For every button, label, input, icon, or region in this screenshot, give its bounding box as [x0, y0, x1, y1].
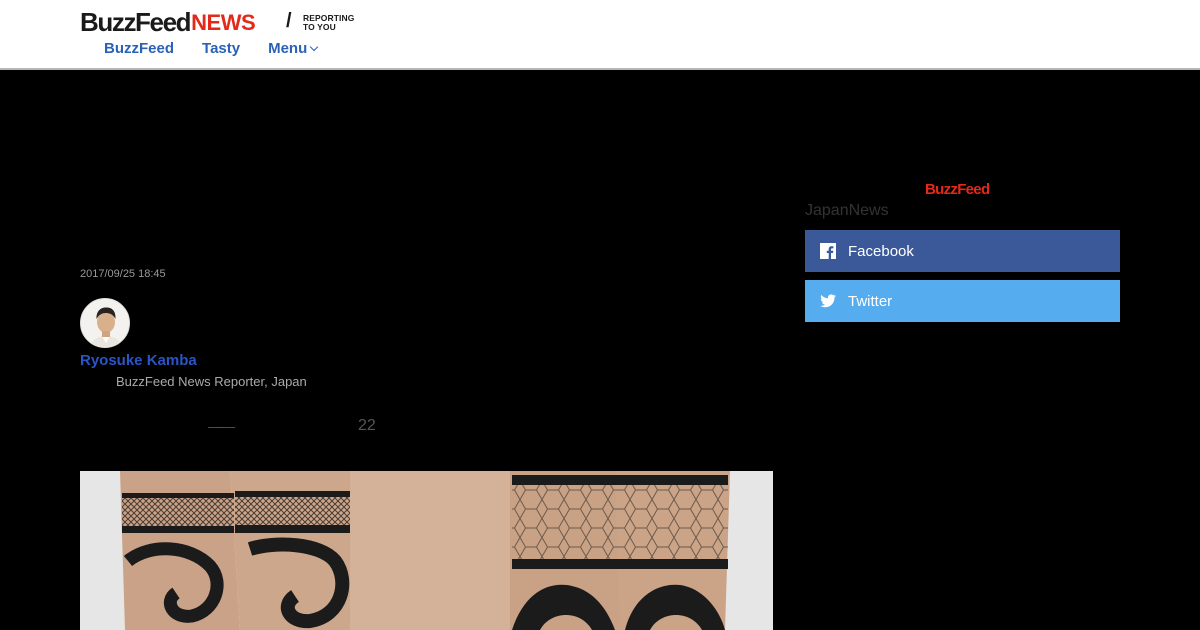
logo-tagline-line-2: TO YOU	[303, 22, 336, 32]
author-name-link[interactable]: Ryosuke Kamba	[80, 352, 197, 369]
twitter-share-label: Twitter	[848, 292, 893, 310]
author-photo	[81, 299, 129, 347]
logo-slash-icon: /	[286, 10, 292, 32]
twitter-icon	[819, 292, 837, 310]
author-role: BuzzFeed News Reporter, Japan	[116, 374, 307, 389]
facebook-share-label: Facebook	[848, 242, 914, 260]
nav-item-label: Tasty	[202, 40, 241, 57]
buzzfeed-news-logo[interactable]: BuzzFeed NEWS	[80, 7, 256, 37]
logo-tagline: REPORTING TO YOU	[303, 14, 354, 32]
nav-item-menu[interactable]: Menu	[268, 40, 319, 57]
lead-dash: ——	[208, 418, 235, 434]
facebook-icon	[819, 242, 837, 260]
sidebar-account-name: JapanNews	[805, 202, 889, 219]
nav-item-label: Menu	[268, 40, 308, 57]
nav-item-tasty[interactable]: Tasty	[202, 40, 240, 57]
author-avatar[interactable]	[80, 298, 130, 348]
logo-news-text: NEWS	[191, 10, 256, 35]
sidebar-buzzfeed-logo[interactable]: BuzzFeed	[925, 181, 990, 198]
lead-number: 22	[358, 417, 376, 434]
facebook-share-button[interactable]: Facebook	[805, 230, 1120, 272]
main-nav: BuzzFeed Tasty Menu	[104, 40, 319, 57]
article-date: 2017/09/25 18:45	[80, 268, 166, 280]
article-hero-image	[80, 471, 773, 630]
nav-item-buzzfeed[interactable]: BuzzFeed	[104, 40, 174, 57]
logo-buzzfeed-text: BuzzFeed	[80, 7, 192, 37]
nav-item-label: BuzzFeed	[104, 40, 175, 57]
site-header: BuzzFeed NEWS / REPORTING TO YOU BuzzFee…	[0, 0, 1200, 70]
chevron-down-icon	[310, 42, 319, 52]
tattooed-arms-photo	[80, 471, 773, 630]
twitter-share-button[interactable]: Twitter	[805, 280, 1120, 322]
